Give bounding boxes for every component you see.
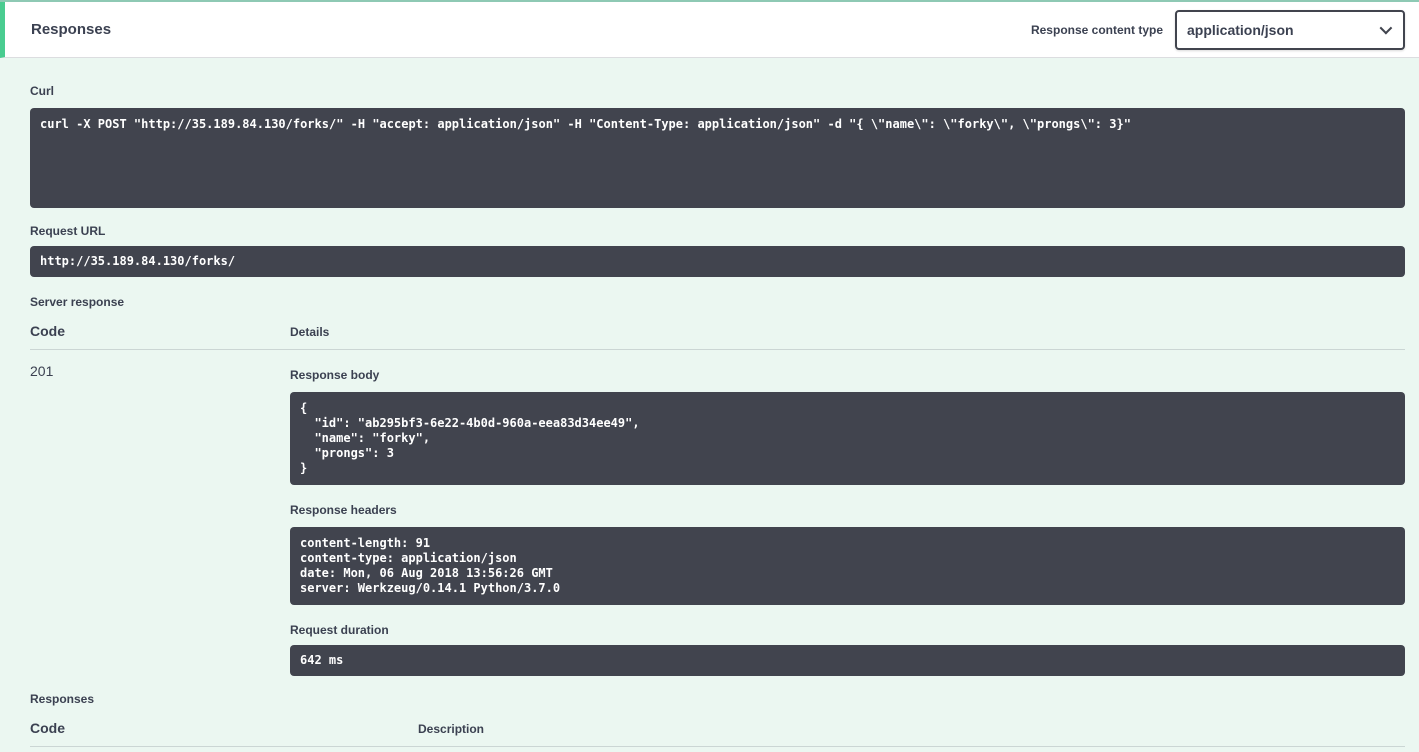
response-headers-label: Response headers xyxy=(290,503,1405,517)
responses-body: Curl curl -X POST "http://35.189.84.130/… xyxy=(0,58,1419,752)
responses-doc-table-header: Code Description xyxy=(30,706,1405,747)
responses-doc-description-cell: Successfully created a fork xyxy=(418,747,1405,752)
responses-header: Responses Response content type applicat… xyxy=(0,2,1419,58)
response-body-value: { "id": "ab295bf3-6e22-4b0d-960a-eea83d3… xyxy=(290,392,1405,485)
responses-doc-description-header: Description xyxy=(418,722,1405,736)
response-content-type-label: Response content type xyxy=(1031,23,1163,37)
server-response-details: Response body { "id": "ab295bf3-6e22-4b0… xyxy=(290,350,1405,676)
server-response-table-header: Code Details xyxy=(30,309,1405,350)
responses-title: Responses xyxy=(31,21,111,38)
server-response-details-header: Details xyxy=(290,325,1405,339)
responses-section: Responses Response content type applicat… xyxy=(0,2,1419,752)
responses-doc-label: Responses xyxy=(30,692,1405,706)
curl-label: Curl xyxy=(30,84,1405,98)
responses-doc-code-header: Code xyxy=(30,720,418,736)
response-headers-value: content-length: 91 content-type: applica… xyxy=(290,527,1405,605)
responses-doc-row: 201 Successfully created a fork xyxy=(30,747,1405,752)
response-body-label: Response body xyxy=(290,368,1405,382)
server-response-label: Server response xyxy=(30,295,1405,309)
chevron-down-icon xyxy=(1380,22,1393,35)
content-type-wrapper: Response content type application/json xyxy=(1031,10,1405,50)
server-response-code-header: Code xyxy=(30,323,290,339)
responses-doc-code: 201 xyxy=(30,747,418,752)
server-response-row: 201 Response body { "id": "ab295bf3-6e22… xyxy=(30,350,1405,676)
request-url-value: http://35.189.84.130/forks/ xyxy=(30,246,1405,277)
server-response-code: 201 xyxy=(30,350,290,676)
request-url-label: Request URL xyxy=(30,224,1405,238)
request-duration-value: 642 ms xyxy=(290,645,1405,676)
response-content-type-select[interactable]: application/json xyxy=(1175,10,1405,50)
curl-command[interactable]: curl -X POST "http://35.189.84.130/forks… xyxy=(30,108,1405,208)
request-duration-label: Request duration xyxy=(290,623,1405,637)
response-content-type-value: application/json xyxy=(1187,22,1294,38)
